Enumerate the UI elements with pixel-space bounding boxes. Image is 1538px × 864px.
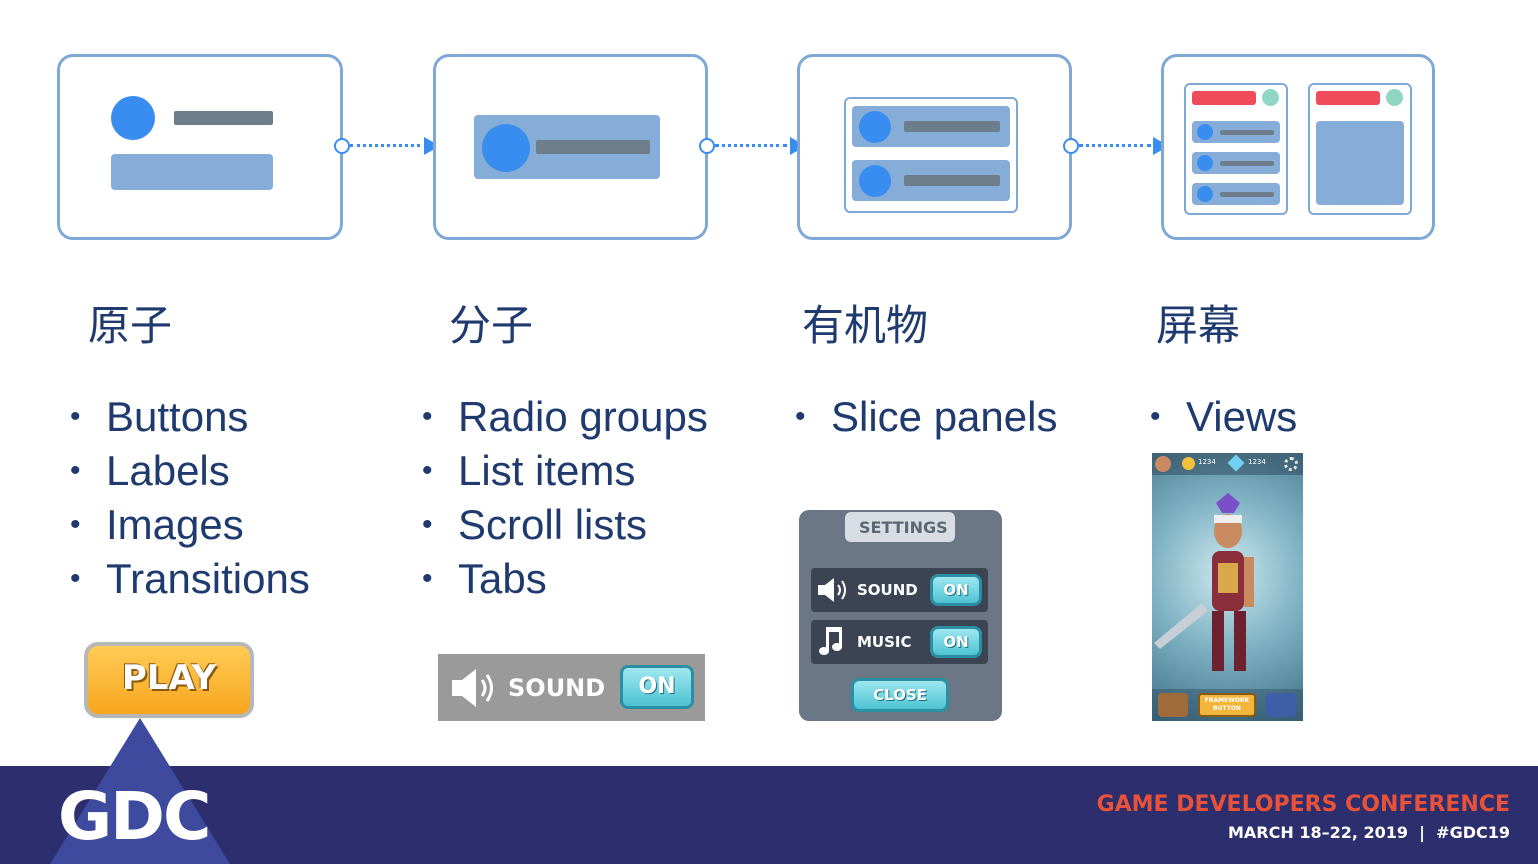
screen-list-row-1-bar [1220,130,1274,135]
screen-left-dot [1262,89,1279,106]
screen-panel-left [1184,83,1288,215]
settings-music-on[interactable]: ON [930,626,982,658]
list-item: Views [1150,390,1297,444]
screen-panel-right [1308,83,1412,215]
stage-heading-atoms: 原子 [88,301,173,350]
sound-label: SOUND [508,674,606,702]
organisms-list: Slice panels [795,390,1057,444]
framework-button[interactable]: FRAMEWORK BUTTON [1198,693,1256,717]
sound-on-button[interactable]: ON [620,665,694,709]
gear-icon[interactable] [1284,457,1298,471]
screen-list-row-3-circle [1197,186,1213,202]
organism-row-1 [852,106,1010,147]
hud-value-gems: 1234 [1248,458,1266,466]
list-item: Scroll lists [422,498,708,552]
gdc-logo: GDC [58,778,211,855]
settings-sound-on[interactable]: ON [930,574,982,606]
sound-row: SOUND ON [811,568,988,612]
right-nav-icon[interactable] [1266,693,1296,717]
settings-sound-label: SOUND [857,581,918,599]
screen-list-row-1 [1192,121,1280,143]
list-item: Transitions [70,552,310,606]
organism-row-2 [852,160,1010,201]
screen-left-header [1192,91,1256,105]
settings-title: SETTINGS [859,518,948,537]
molecule-bar [536,140,650,154]
speaker-icon [452,669,493,707]
conference-name: GAME DEVELOPERS CONFERENCE [1096,792,1510,817]
coin-icon [1182,457,1195,470]
connector-line-3 [1079,144,1151,149]
hero-character [1154,493,1254,671]
atoms-list: Buttons Labels Images Transitions [70,390,310,606]
organism-panel [844,97,1018,213]
conference-dates: MARCH 18–22, 2019 | #GDC19 [1228,823,1510,842]
stage-heading-organisms: 有机物 [802,301,929,350]
organism-row-2-bar [904,175,1000,186]
stage-heading-molecules: 分子 [449,301,534,350]
screen-right-dot [1386,89,1403,106]
speaker-icon [818,578,846,602]
music-row: MUSIC ON [811,620,988,664]
settings-close-button[interactable]: CLOSE [851,678,949,712]
connector-node-3 [1063,138,1079,154]
list-item: Radio groups [422,390,708,444]
list-item: Labels [70,444,310,498]
stage-heading-screens: 屏幕 [1156,301,1241,350]
screen-list-row-3 [1192,183,1280,205]
connector-node-1 [334,138,350,154]
organism-card [797,54,1072,240]
atom-circle [111,96,155,140]
list-item: List items [422,444,708,498]
hud-value-coins: 1234 [1198,458,1216,466]
screen-right-content [1316,121,1404,205]
molecule-card [433,54,708,240]
organism-row-1-circle [859,111,891,143]
hud-bar [1152,453,1303,475]
screen-list-row-2-circle [1197,155,1213,171]
sound-toggle: SOUND ON [438,654,705,721]
game-view: 1234 1234 FRAMEWORK BUTTON [1152,453,1303,721]
atom-card [57,54,343,240]
avatar[interactable] [1155,456,1171,472]
play-button[interactable]: PLAY [84,642,254,718]
molecule-circle [482,124,530,172]
list-item: Buttons [70,390,310,444]
screens-list: Views [1150,390,1297,444]
organism-row-2-circle [859,165,891,197]
settings-music-label: MUSIC [857,633,912,651]
framework-button-label: FRAMEWORK BUTTON [1204,697,1250,712]
settings-panel: SETTINGS SOUND ON MUSIC ON CLOSE [799,510,1002,721]
atom-bar [174,111,273,125]
connector-line-1 [350,144,420,149]
screen-list-row-1-circle [1197,124,1213,140]
atom-block [111,154,273,190]
screen-card [1161,54,1435,240]
screen-right-header [1316,91,1380,105]
screen-list-row-3-bar [1220,192,1274,197]
screen-list-row-2 [1192,152,1280,174]
screen-list-row-2-bar [1220,161,1274,166]
list-item: Tabs [422,552,708,606]
music-note-icon [819,627,842,655]
connector-line-2 [715,144,787,149]
organism-row-1-bar [904,121,1000,132]
list-item: Images [70,498,310,552]
list-item: Slice panels [795,390,1057,444]
left-nav-icon[interactable] [1158,693,1188,717]
molecules-list: Radio groups List items Scroll lists Tab… [422,390,708,606]
connector-node-2 [699,138,715,154]
